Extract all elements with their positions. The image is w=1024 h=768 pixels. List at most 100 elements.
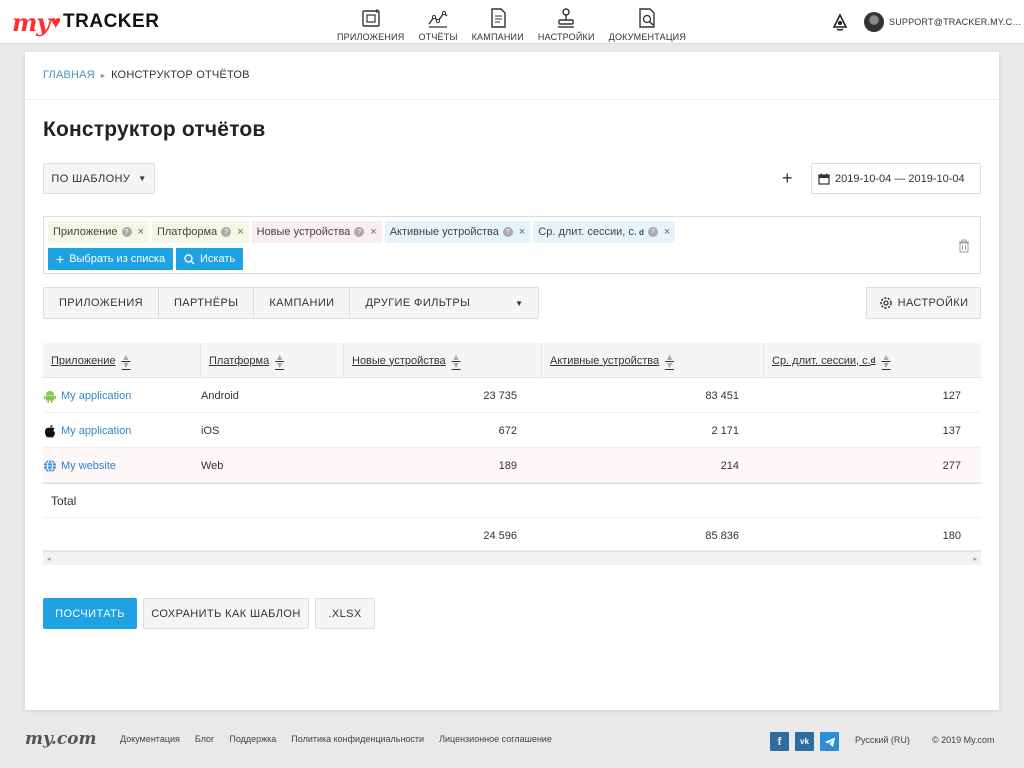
plus-icon: + — [56, 251, 65, 267]
chip-app[interactable]: Приложение? × — [48, 221, 149, 243]
date-range-picker[interactable]: 2019-10-04 — 2019-10-04 — [811, 163, 981, 194]
template-dropdown-label: ПО ШАБЛОНУ — [51, 172, 131, 185]
total-new-devices: 24 596 — [483, 529, 517, 542]
column-header[interactable]: Новые устройства ▲ ▼ — [344, 343, 542, 378]
template-dropdown[interactable]: ПО ШАБЛОНУ ▼ — [43, 163, 155, 194]
chip-new-devices[interactable]: Новые устройства? × — [251, 221, 382, 243]
chip-session-length[interactable]: Ср. длит. сессии, с. d? × — [533, 221, 676, 243]
divider — [25, 99, 999, 100]
footer-link-blog[interactable]: Блог — [195, 734, 214, 744]
gear-icon — [879, 297, 892, 309]
main-nav: ПРИЛОЖЕНИЯ ОТЧЁТЫ КАМПАНИИ НАСТРОЙКИ ДОК… — [330, 0, 693, 44]
nav-apps-label: ПРИЛОЖЕНИЯ — [337, 32, 405, 42]
sort-icon: ▲ ▼ — [665, 351, 675, 370]
column-label: Ср. длит. сессии, с. — [772, 354, 871, 367]
total-session: 180 — [942, 529, 961, 542]
sort-icon: ▲ ▼ — [451, 351, 461, 370]
help-icon[interactable]: ? — [121, 227, 132, 237]
table-row: My website Web 189 214 277 — [43, 448, 981, 483]
globe-icon — [44, 459, 56, 472]
column-label: Приложение — [51, 354, 116, 367]
export-xlsx-button[interactable]: .XLSX — [315, 598, 375, 629]
chip-label: Активные устройства — [389, 226, 499, 238]
nav-campaigns[interactable]: КАМПАНИИ — [465, 0, 531, 44]
tab-other-filters[interactable]: ДРУГИЕ ФИЛЬТРЫ ▼ — [350, 288, 538, 318]
footer-logo[interactable]: my.com — [25, 729, 97, 749]
mytracker-logo[interactable]: my ♥ TRACKER — [12, 8, 159, 37]
total-label: Total — [51, 493, 77, 508]
table-row: My application iOS 672 2 171 137 — [43, 413, 981, 448]
main-card: ГЛАВНАЯ ▸ КОНСТРУКТОР ОТЧЁТОВ Конструктор … — [25, 52, 999, 710]
search-label: Искать — [200, 253, 236, 265]
footer-link-support[interactable]: Поддержка — [229, 734, 276, 744]
chip-label: Приложение — [53, 226, 118, 238]
caret-down-icon: ▼ — [138, 174, 147, 183]
tab-apps[interactable]: ПРИЛОЖЕНИЯ — [44, 288, 159, 318]
app-link[interactable]: My website — [61, 460, 116, 472]
settings-button[interactable]: НАСТРОЙКИ — [866, 287, 981, 319]
chip-label: Платформа — [156, 226, 218, 238]
column-header[interactable]: Платформа ▲ ▼ — [201, 343, 344, 378]
column-sup: d — [870, 356, 876, 365]
chip-label: Ср. длит. сессии, с. — [538, 226, 637, 238]
column-header[interactable]: Ср. длит. сессии, с. d ▲ ▼ — [764, 343, 981, 378]
active-devices-cell: 83 451 — [705, 389, 739, 402]
save-template-button[interactable]: СОХРАНИТЬ КАК ШАБЛОН — [143, 598, 309, 629]
tab-partners[interactable]: ПАРТНЁРЫ — [159, 288, 255, 318]
totals-spacer — [43, 518, 344, 553]
settings-icon — [558, 8, 575, 28]
notification-icon[interactable] — [831, 13, 849, 31]
breadcrumb-separator-icon: ▸ — [100, 71, 106, 80]
scroll-left-icon[interactable]: ◂ — [47, 555, 51, 563]
language-selector[interactable]: Русский (RU) — [855, 735, 910, 745]
trash-icon[interactable] — [958, 239, 970, 253]
tab-campaigns[interactable]: КАМПАНИИ — [254, 288, 351, 318]
close-icon[interactable]: × — [370, 226, 376, 238]
app-link[interactable]: My application — [61, 390, 131, 402]
close-icon[interactable]: × — [519, 226, 525, 238]
close-icon[interactable]: × — [664, 226, 670, 238]
close-icon[interactable]: × — [237, 226, 243, 238]
nav-reports[interactable]: ОТЧЁТЫ — [411, 0, 464, 44]
table-header: Приложение ▲ ▼ Платформа ▲ ▼ Новые устройств… — [43, 343, 981, 378]
column-header[interactable]: Приложение ▲ ▼ — [43, 343, 201, 378]
help-icon[interactable]: ? — [647, 227, 658, 237]
docs-icon — [639, 8, 656, 28]
nav-settings[interactable]: НАСТРОЙКИ — [531, 0, 602, 44]
chip-platform[interactable]: Платформа? × — [151, 221, 249, 243]
user-email[interactable]: SUPPORT@TRACKER.MY.COM — [889, 17, 1024, 27]
scroll-right-icon[interactable]: ▸ — [973, 555, 977, 563]
search-button[interactable]: Искать — [176, 248, 244, 270]
vk-icon[interactable]: vk — [795, 732, 814, 751]
platform-cell: Web — [201, 459, 224, 472]
avatar[interactable] — [864, 12, 884, 32]
footer-link-privacy[interactable]: Политика конфиденциальности — [291, 734, 424, 744]
chip-list: Приложение? × Платформа? × Новые устройств… — [48, 221, 676, 243]
total-active-devices: 85 836 — [705, 529, 739, 542]
session-cell: 277 — [942, 459, 961, 472]
breadcrumb-home[interactable]: ГЛАВНАЯ — [43, 69, 95, 81]
telegram-icon[interactable] — [820, 732, 839, 751]
nav-apps[interactable]: ПРИЛОЖЕНИЯ — [330, 0, 411, 44]
add-icon[interactable]: + — [782, 169, 793, 187]
horizontal-scrollbar[interactable]: ◂ ▸ — [43, 551, 981, 565]
close-icon[interactable]: × — [138, 226, 144, 238]
calculate-button[interactable]: ПОСЧИТАТЬ — [43, 598, 137, 629]
nav-reports-label: ОТЧЁТЫ — [418, 32, 458, 42]
select-from-list-button[interactable]: + Выбрать из списка — [48, 248, 174, 270]
footer-link-docs[interactable]: Документация — [120, 734, 180, 744]
footer-link-license[interactable]: Лицензионное соглашение — [439, 734, 552, 744]
help-icon[interactable]: ? — [502, 227, 513, 237]
facebook-icon[interactable]: f — [770, 732, 789, 751]
nav-docs[interactable]: ДОКУМЕНТАЦИЯ — [602, 0, 693, 44]
app-link[interactable]: My application — [61, 425, 131, 437]
app-cell: My application — [43, 378, 201, 413]
session-cell: 137 — [942, 424, 961, 437]
column-label: Платформа — [209, 354, 270, 367]
column-label: Активные устройства — [550, 354, 660, 367]
help-icon[interactable]: ? — [354, 227, 365, 237]
column-header[interactable]: Активные устройства ▲ ▼ — [542, 343, 764, 378]
chip-active-devices[interactable]: Активные устройства? × — [384, 221, 531, 243]
help-icon[interactable]: ? — [221, 227, 232, 237]
chip-label: Новые устройства — [256, 226, 351, 238]
